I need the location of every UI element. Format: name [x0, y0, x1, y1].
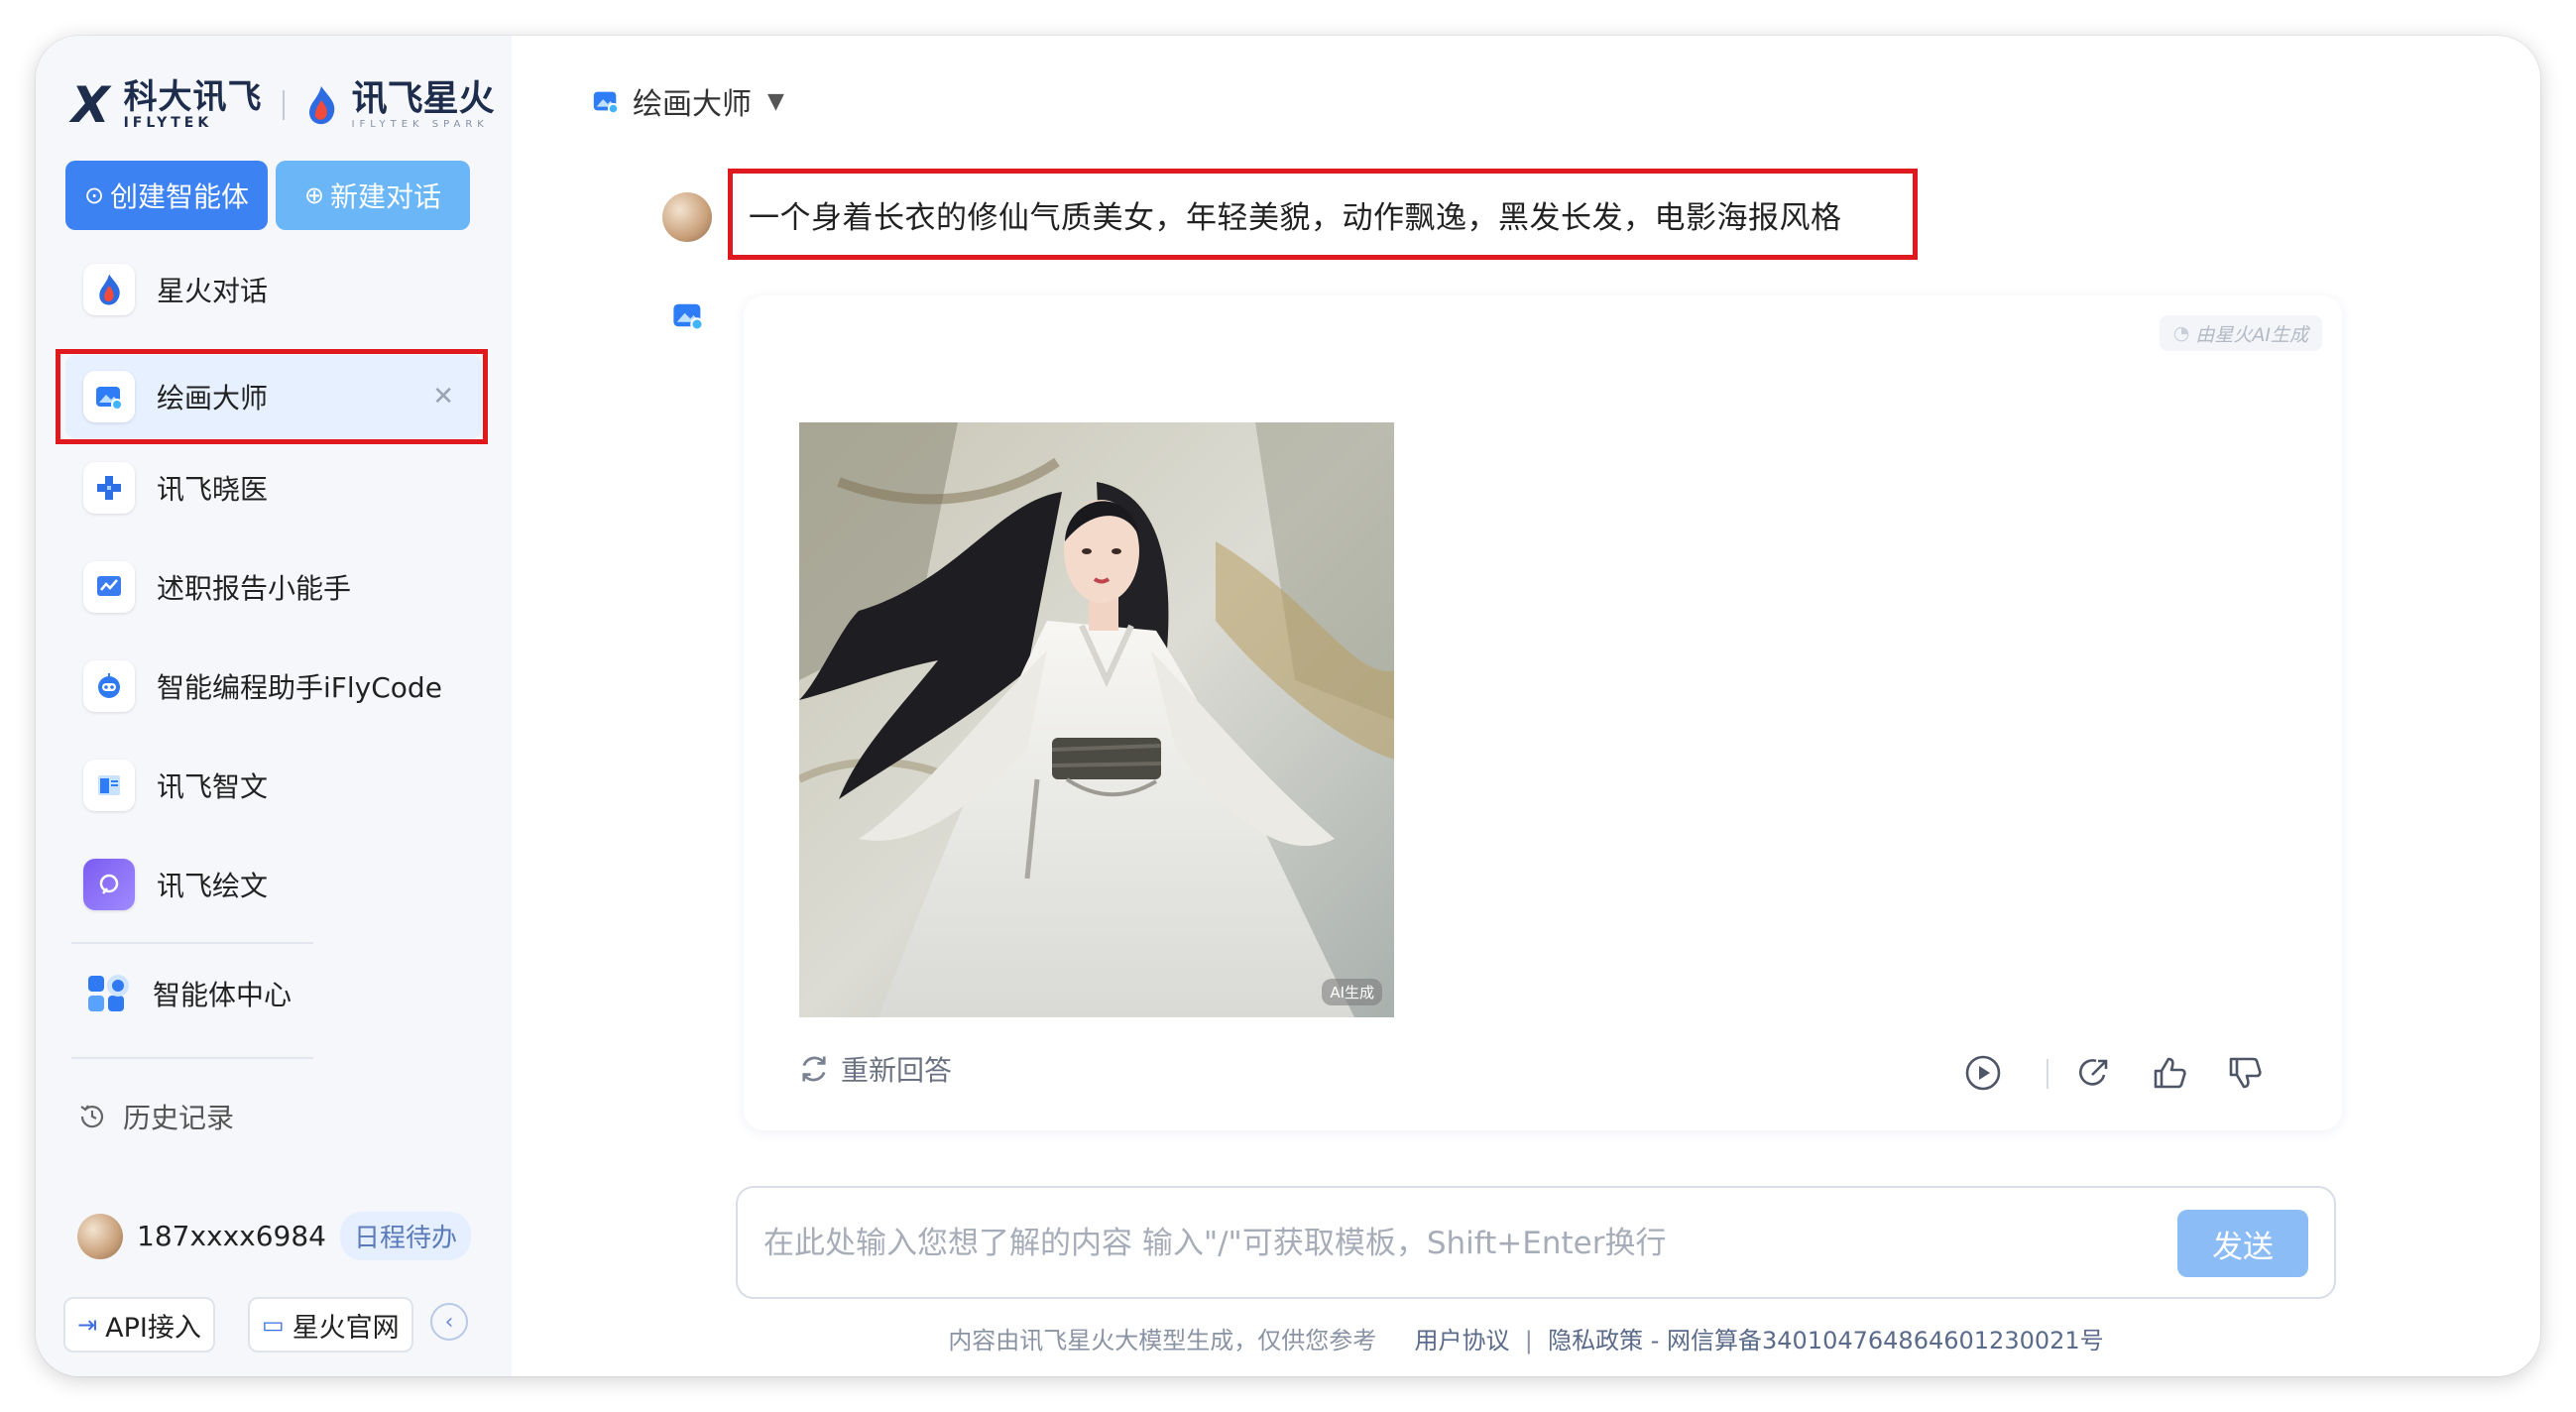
sidebar-item-spark-chat[interactable]: 星火对话	[65, 248, 482, 331]
regenerate-button[interactable]: 重新回答	[797, 1049, 952, 1089]
user-profile[interactable]: 187xxxx6984 日程待办	[77, 1212, 471, 1260]
agent-selector[interactable]: 绘画大师 ▼	[591, 79, 784, 123]
create-agent-button[interactable]: ⊙ 创建智能体	[65, 161, 268, 230]
spark-name-cn: 讯飞星火	[351, 77, 495, 119]
official-site-button[interactable]: ▭ 星火官网	[248, 1297, 413, 1353]
spark-name-en: IFLYTEK SPARK	[351, 118, 489, 130]
spark-flame-icon	[83, 264, 135, 315]
paint-master-icon	[83, 371, 135, 422]
ai-watermark: AI生成	[1322, 979, 1382, 1005]
logo-divider	[282, 90, 285, 120]
answer-card: ◔ 由星火AI生成 AI生成 重新回答	[744, 295, 2342, 1130]
iflytek-logo-mark: X	[71, 76, 110, 134]
spark-logo-icon	[308, 86, 334, 125]
paint-master-icon	[593, 91, 620, 115]
dislike-button[interactable]	[2221, 1049, 2269, 1097]
spark-flame-icon: ◔	[2172, 322, 2190, 344]
play-audio-button[interactable]	[1959, 1049, 2007, 1097]
footer: 内容由讯飞星火大模型生成，仅供您参考 用户协议 | 隐私政策 - 网信算备340…	[948, 1327, 2104, 1354]
action-divider	[2047, 1059, 2049, 1089]
avatar	[77, 1213, 123, 1259]
ai-generated-tag: ◔ 由星火AI生成	[2159, 315, 2322, 351]
chevron-left-icon: ‹	[444, 1309, 454, 1335]
sidebar-item-paint-master[interactable]: 绘画大师 ✕	[65, 355, 482, 438]
privacy-policy-link[interactable]: 隐私政策	[1548, 1327, 1643, 1354]
brand-logo[interactable]: X 科大讯飞 IFLYTEK 讯飞星火 IFLYTEK SPARK	[71, 75, 495, 135]
sidebar-item-agent-center[interactable]: 智能体中心	[65, 952, 482, 1035]
draw-circle-icon	[83, 859, 135, 910]
user-phone: 187xxxx6984	[137, 1220, 326, 1252]
user-question: 一个身着长衣的修仙气质美女，年轻美貌，动作飘逸，黑发长发，电影海报风格	[728, 169, 1918, 260]
app-window: X 科大讯飞 IFLYTEK 讯飞星火 IFLYTEK SPARK ⊙ 创建智能…	[36, 36, 2540, 1376]
bot-avatar-icon	[673, 303, 704, 331]
collapse-sidebar-button[interactable]: ‹	[430, 1303, 468, 1341]
thumbs-up-icon	[2154, 1057, 2186, 1089]
agent-center-icon	[83, 968, 135, 1019]
caret-down-icon: ▼	[767, 88, 784, 114]
generated-painting	[799, 422, 1394, 1017]
api-icon: ⇥	[77, 1311, 98, 1339]
api-access-button[interactable]: ⇥ API接入	[63, 1297, 215, 1353]
thumbs-down-icon	[2229, 1057, 2262, 1089]
generated-image[interactable]: AI生成	[799, 422, 1394, 1017]
filing-number[interactable]: - 网信算备340104764864601230021号	[1651, 1327, 2104, 1354]
brand-name-cn: 科大讯飞	[123, 77, 263, 117]
share-button[interactable]	[2070, 1049, 2118, 1097]
medical-cross-icon	[83, 462, 135, 514]
new-chat-button[interactable]: ⊕ 新建对话	[276, 161, 470, 230]
sidebar-item-huiwen[interactable]: 讯飞绘文	[65, 843, 482, 926]
brand-name-en: IFLYTEK	[123, 115, 213, 131]
user-agreement-link[interactable]: 用户协议	[1414, 1327, 1509, 1354]
page-title: 绘画大师	[633, 87, 752, 122]
user-avatar	[662, 192, 712, 242]
doc-icon	[83, 760, 135, 811]
sidebar-divider	[71, 942, 313, 944]
main-area: 绘画大师 ▼ 一个身着长衣的修仙气质美女，年轻美貌，动作飘逸，黑发长发，电影海报…	[512, 36, 2540, 1376]
sidebar-item-xiaoyi[interactable]: 讯飞晓医	[65, 446, 482, 530]
sidebar-item-zhiwen[interactable]: 讯飞智文	[65, 744, 482, 827]
sidebar: X 科大讯飞 IFLYTEK 讯飞星火 IFLYTEK SPARK ⊙ 创建智能…	[36, 36, 512, 1376]
history-link[interactable]: 历史记录	[77, 1097, 234, 1136]
play-icon	[1965, 1055, 2001, 1091]
sidebar-item-iflycode[interactable]: 智能编程助手iFlyCode	[65, 645, 482, 728]
refresh-icon	[802, 1056, 826, 1082]
check-circle-icon: ⊙	[83, 181, 105, 209]
sidebar-item-report[interactable]: 述职报告小能手	[65, 545, 482, 629]
schedule-badge[interactable]: 日程待办	[339, 1212, 471, 1260]
history-clock-icon	[80, 1105, 104, 1128]
chat-input[interactable]	[763, 1210, 2152, 1277]
plus-circle-icon: ⊕	[303, 181, 325, 209]
monitor-icon: ▭	[262, 1311, 285, 1339]
like-button[interactable]	[2146, 1049, 2193, 1097]
report-chart-icon	[83, 561, 135, 613]
question-text: 一个身着长衣的修仙气质美女，年轻美貌，动作飘逸，黑发长发，电影海报风格	[749, 199, 1842, 236]
send-button[interactable]: 发送	[2177, 1210, 2308, 1277]
footer-disclaimer: 内容由讯飞星火大模型生成，仅供您参考	[948, 1327, 1377, 1354]
chat-input-box: 发送	[736, 1186, 2336, 1299]
sidebar-divider	[71, 1057, 313, 1059]
share-icon	[2078, 1059, 2108, 1086]
robot-icon	[83, 660, 135, 712]
close-icon[interactable]: ✕	[432, 382, 454, 412]
